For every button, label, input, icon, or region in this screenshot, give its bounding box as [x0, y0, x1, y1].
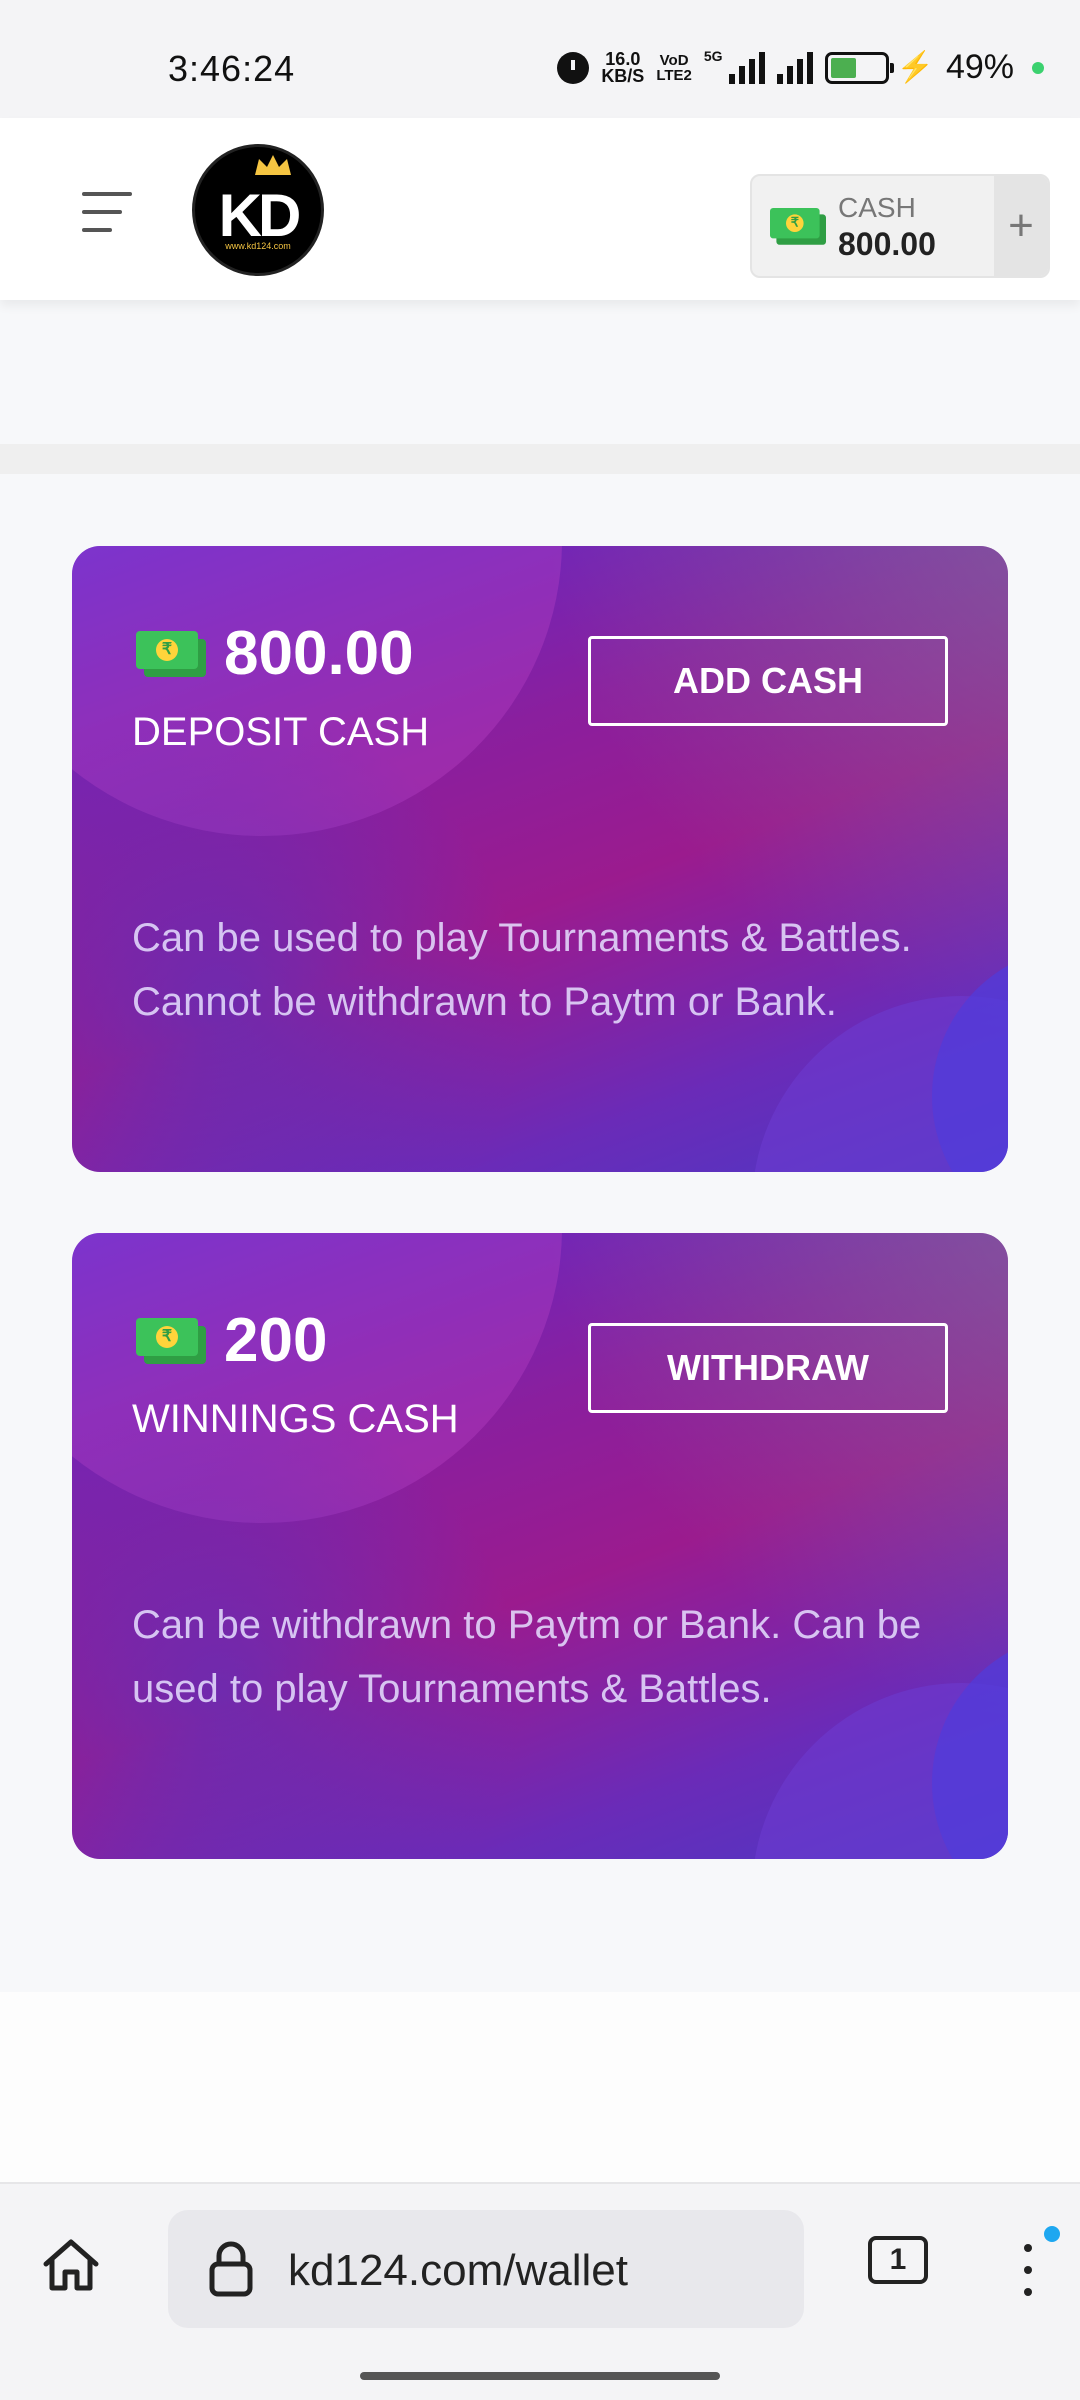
volte-bottom: LTE2 [656, 66, 692, 84]
charging-icon: ⚡ [896, 51, 934, 84]
gesture-bar[interactable] [360, 2372, 720, 2380]
deposit-amount: 800.00 [224, 619, 414, 688]
status-time: 3:46:24 [168, 48, 296, 89]
winnings-amount: 200 [224, 1306, 328, 1375]
deposit-desc-line1: Can be used to play Tournaments & Battle… [132, 916, 912, 960]
winnings-cash-title: WINNINGS CASH [132, 1397, 459, 1441]
deposit-amount-row: ₹ 800.00 [136, 618, 414, 689]
money-icon: ₹ [136, 1317, 206, 1364]
alarm-icon [557, 51, 590, 84]
winnings-cash-card: ₹ 200 WINNINGS CASH WITHDRAW Can be with… [72, 1233, 1008, 1859]
crown-icon [255, 155, 291, 175]
home-icon[interactable] [40, 2234, 102, 2296]
hamburger-icon[interactable] [82, 190, 132, 234]
tabs-button[interactable]: 1 [868, 2236, 928, 2284]
privacy-dot [1032, 61, 1044, 74]
address-bar[interactable]: kd124.com/wallet [168, 2210, 804, 2328]
withdraw-button[interactable]: WITHDRAW [588, 1323, 948, 1413]
signal-icon [728, 51, 765, 84]
winnings-description: Can be withdrawn to Paytm or Bank. Can b… [132, 1593, 962, 1721]
netspeed-unit: KB/S [601, 65, 645, 86]
deposit-description: Can be used to play Tournaments & Battle… [132, 906, 962, 1034]
money-icon: ₹ [136, 630, 206, 677]
url-text: kd124.com/wallet [288, 2246, 628, 2295]
netspeed-value: 16.0 [605, 48, 641, 69]
deposit-cash-title: DEPOSIT CASH [132, 710, 430, 754]
notification-dot [1044, 2226, 1060, 2242]
lock-icon [209, 2241, 253, 2297]
battery-fill [830, 57, 857, 78]
signal-icon-2 [776, 51, 813, 84]
winnings-amount-row: ₹ 200 [136, 1305, 327, 1376]
network-type: 5G [703, 48, 723, 64]
deposit-desc-line2: Cannot be withdrawn to Paytm or Bank. [132, 980, 837, 1024]
money-icon: ₹ [770, 208, 826, 245]
status-icons: 16.0 KB/S VoD LTE2 5G ⚡ 49% [557, 48, 1044, 87]
logo-text: KD [218, 182, 302, 249]
cash-label: CASH [838, 192, 916, 223]
page-footer-space [0, 1992, 1080, 2182]
netspeed-indicator: 16.0 KB/S [601, 48, 645, 86]
battery-percent: 49% [945, 48, 1014, 86]
add-cash-plus-button[interactable]: + [994, 176, 1048, 276]
winnings-desc-line1: Can be withdrawn to Paytm or Bank. Can b… [132, 1603, 922, 1711]
brand-logo[interactable]: KD www.kd124.com [192, 144, 324, 276]
section-divider [0, 444, 1080, 474]
cash-value: 800.00 [838, 226, 936, 262]
browser-toolbar: kd124.com/wallet 1 [0, 2182, 1080, 2400]
add-cash-button[interactable]: ADD CASH [588, 636, 948, 726]
logo-url: www.kd124.com [225, 241, 291, 251]
battery-icon [824, 51, 894, 84]
header-cash-balance[interactable]: ₹ CASH 800.00 + [750, 174, 1050, 278]
volte-indicator: VoD LTE2 [656, 53, 692, 83]
more-icon[interactable] [1010, 2240, 1046, 2300]
volte-top: VoD [659, 51, 689, 69]
status-bar: 3:46:24 16.0 KB/S VoD LTE2 5G ⚡ 49% [0, 0, 1080, 118]
deposit-cash-card: ₹ 800.00 DEPOSIT CASH ADD CASH Can be us… [72, 546, 1008, 1172]
